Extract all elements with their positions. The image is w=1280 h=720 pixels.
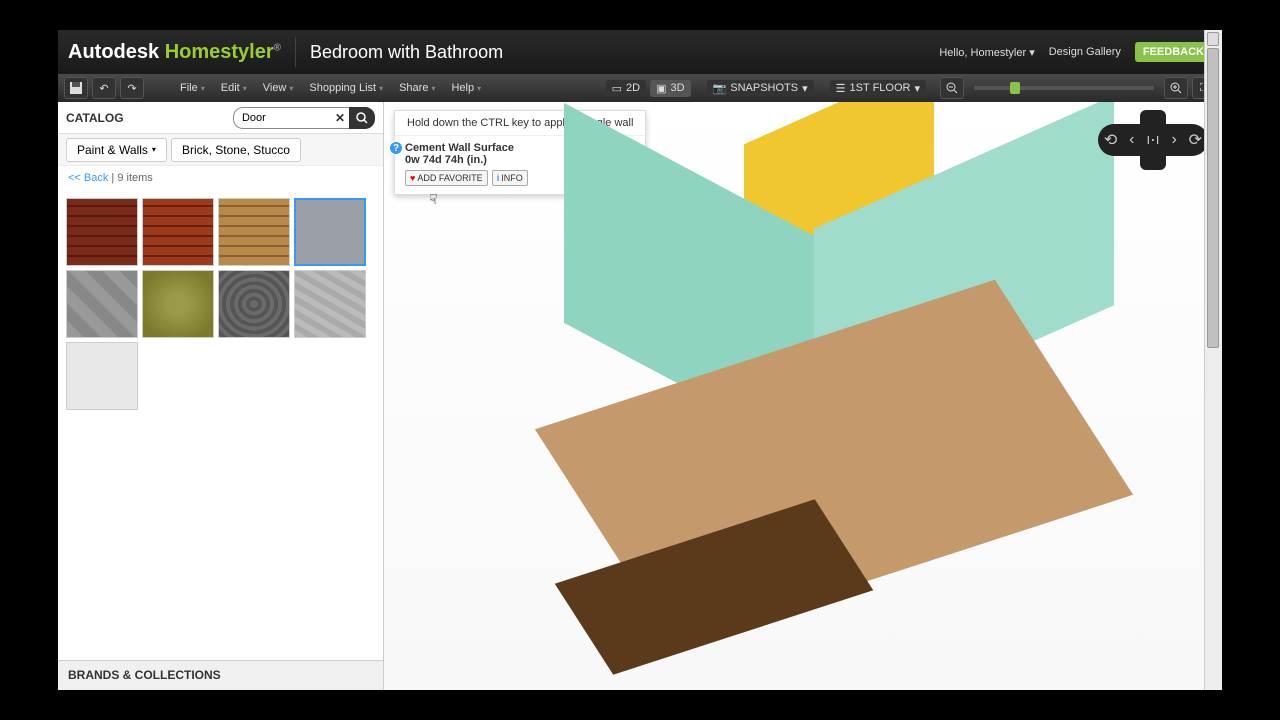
view-3d-button[interactable]: ▣3D (650, 80, 690, 97)
zoom-out-button[interactable] (940, 77, 964, 99)
crumb-brick-stone[interactable]: Brick, Stone, Stucco (171, 138, 301, 162)
breadcrumb: Paint & Walls▾ Brick, Stone, Stucco (58, 134, 383, 166)
menu-help[interactable]: Help▾ (443, 78, 489, 98)
project-title: Bedroom with Bathroom (310, 42, 503, 63)
swatch-stone-cobble[interactable] (294, 270, 366, 338)
chevron-down-icon: ▾ (914, 82, 920, 95)
menu-share[interactable]: Share▾ (391, 78, 443, 98)
catalog-meta: << Back | 9 items (58, 166, 383, 190)
design-gallery-link[interactable]: Design Gallery (1049, 46, 1121, 58)
layers-icon: ☰ (836, 82, 846, 95)
swatch-brick-tan[interactable] (218, 198, 290, 266)
menu-edit[interactable]: Edit▾ (213, 78, 255, 98)
swatch-grid (58, 190, 383, 418)
3d-room-view[interactable] (484, 112, 1184, 652)
trademark-icon: ® (274, 42, 281, 53)
rotate-right-icon[interactable]: ⟳ (1189, 130, 1202, 150)
swatch-stone-block[interactable] (66, 270, 138, 338)
menu-shopping-list[interactable]: Shopping List▾ (301, 78, 391, 98)
swatch-stone-moss[interactable] (142, 270, 214, 338)
logo[interactable]: Autodesk Homestyler® (68, 41, 281, 64)
app-header: Autodesk Homestyler® Bedroom with Bathro… (58, 30, 1222, 74)
page-scrollbar[interactable] (1204, 30, 1222, 690)
clear-search-button[interactable]: ✕ (335, 111, 345, 125)
back-link[interactable]: << Back (68, 172, 108, 184)
chevron-down-icon: ▾ (477, 84, 481, 93)
chevron-down-icon: ▾ (802, 82, 808, 95)
3d-icon: ▣ (656, 82, 666, 95)
undo-button[interactable]: ↶ (92, 77, 116, 99)
zoom-slider[interactable] (974, 86, 1154, 90)
save-button[interactable] (64, 77, 88, 99)
chevron-down-icon: ▾ (289, 84, 293, 93)
scroll-up-button[interactable] (1207, 32, 1219, 46)
menu-view[interactable]: View▾ (255, 78, 302, 98)
item-count: 9 items (117, 172, 152, 184)
swatch-brick-red-1[interactable] (66, 198, 138, 266)
redo-button[interactable]: ↷ (120, 77, 144, 99)
zoom-thumb[interactable] (1010, 82, 1020, 94)
camera-icon: 📷 (713, 82, 727, 95)
logo-brand: Autodesk (68, 41, 159, 63)
help-icon[interactable]: ? (389, 141, 403, 155)
swatch-stone-dark[interactable] (218, 270, 290, 338)
crumb-paint-walls[interactable]: Paint & Walls▾ (66, 138, 167, 162)
catalog-label: CATALOG (66, 111, 124, 125)
3d-nav-widget[interactable]: ⟲ ‹ ⊡ › ⟳ (1098, 110, 1208, 170)
chevron-down-icon: ▾ (379, 84, 383, 93)
floor-selector[interactable]: ☰1ST FLOOR▾ (830, 80, 926, 97)
catalog-sidebar: CATALOG ✕ Paint & Walls▾ Brick, Stone, S… (58, 102, 384, 690)
rotate-left-icon[interactable]: ⟲ (1104, 130, 1117, 150)
nav-up[interactable] (1140, 110, 1166, 136)
heart-icon: ♥ (410, 173, 415, 183)
scrollbar-thumb[interactable] (1207, 48, 1219, 348)
cursor-icon: ☟ (429, 191, 438, 208)
toolbar: ↶ ↷ File▾Edit▾View▾Shopping List▾Share▾H… (58, 74, 1222, 102)
snapshots-button[interactable]: 📷SNAPSHOTS▾ (707, 80, 814, 97)
swatch-cement-wall[interactable] (294, 198, 366, 266)
header-divider (295, 37, 296, 67)
feedback-button[interactable]: FEEDBACK (1135, 42, 1212, 62)
nav-left-icon[interactable]: ‹ (1129, 131, 1134, 149)
design-canvas[interactable]: ? Hold down the CTRL key to apply a sing… (384, 102, 1222, 690)
search-button[interactable] (349, 107, 375, 129)
view-2d-button[interactable]: ▭2D (606, 80, 646, 97)
chevron-down-icon: ▾ (201, 84, 205, 93)
2d-icon: ▭ (612, 82, 622, 95)
chevron-down-icon: ▾ (243, 84, 247, 93)
logo-product: Homestyler (165, 41, 274, 63)
swatch-brick-red-2[interactable] (142, 198, 214, 266)
swatch-stucco-white[interactable] (66, 342, 138, 410)
chevron-down-icon: ▾ (1029, 47, 1035, 59)
user-greeting[interactable]: Hello, Homestyler ▾ (939, 46, 1034, 59)
nav-down[interactable] (1140, 144, 1166, 170)
chevron-down-icon: ▾ (152, 145, 156, 154)
add-favorite-button[interactable]: ♥ADD FAVORITE (405, 170, 488, 186)
menu-file[interactable]: File▾ (172, 78, 213, 98)
nav-right-icon[interactable]: › (1171, 131, 1176, 149)
brands-collections[interactable]: BRANDS & COLLECTIONS (58, 660, 383, 690)
chevron-down-icon: ▾ (431, 84, 435, 93)
zoom-in-button[interactable] (1164, 77, 1188, 99)
